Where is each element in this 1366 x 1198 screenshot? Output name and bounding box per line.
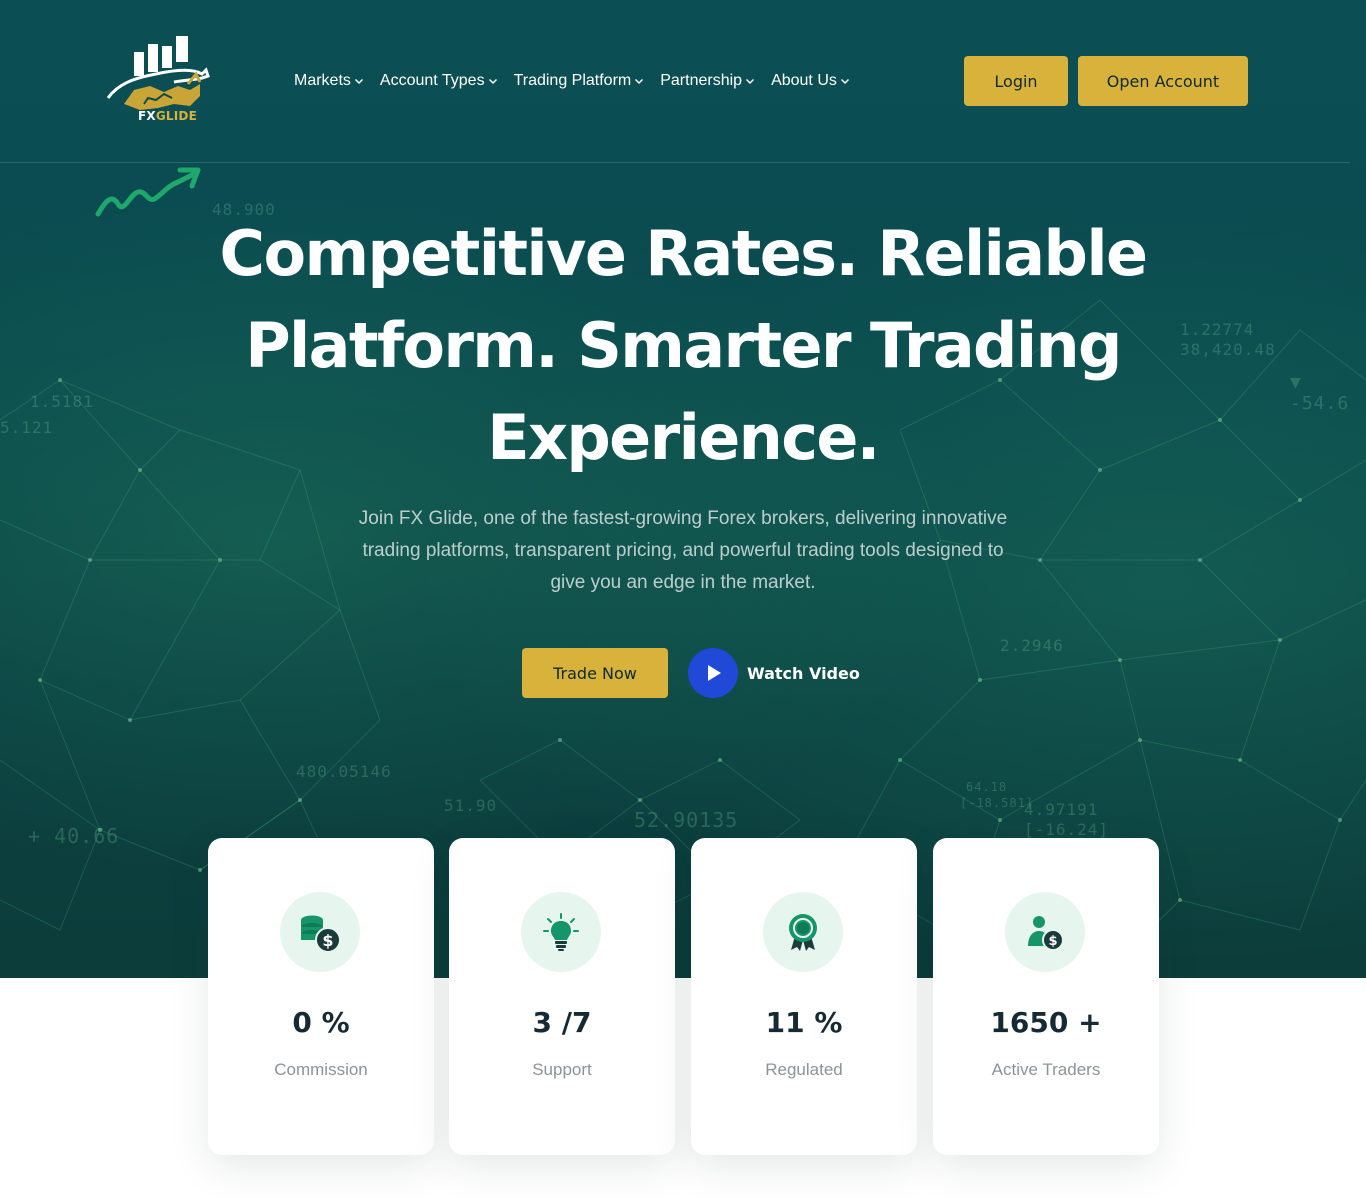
header-divider: [0, 162, 1350, 163]
nav-item-label: Trading Platform: [513, 72, 632, 89]
site-header: FXGLIDE Markets Account Types Trading Pl…: [0, 0, 1366, 162]
nav-item-about-us[interactable]: About Us: [771, 70, 850, 92]
stat-card-active-traders: $ 1650 + Active Traders: [933, 838, 1159, 1155]
svg-text:$: $: [322, 931, 333, 950]
main-nav: Markets Account Types Trading Platform P…: [294, 70, 866, 92]
stat-label: Support: [532, 1060, 592, 1079]
stat-card-regulated: 11 % Regulated: [691, 838, 917, 1155]
stat-icon-circle: $: [280, 892, 360, 972]
user-dollar-icon: $: [1028, 916, 1064, 951]
ticker-text: [-16.24]: [1024, 820, 1110, 839]
hero-subtext: Join FX Glide, one of the fastest-growin…: [358, 508, 1008, 593]
brand-wordmark-rest: GLIDE: [155, 109, 197, 123]
ticker-text: [-18.581]: [960, 796, 1035, 810]
stat-label: Regulated: [765, 1060, 843, 1079]
nav-item-label: Account Types: [379, 72, 485, 89]
chevron-down-icon: [488, 78, 497, 85]
page: 48.900 1.22774 38,420.48 ▼ -54.6 5.121 +…: [0, 0, 1366, 1198]
lightbulb-icon: [543, 913, 579, 951]
chevron-down-icon: [840, 78, 849, 85]
stat-value: 11 %: [765, 1006, 843, 1039]
nav-item-label: Markets: [294, 72, 351, 89]
hero-headline-line: Competitive Rates. Reliable: [219, 217, 1148, 290]
hero-headline-line: Platform. Smarter Trading: [245, 309, 1122, 382]
open-account-button[interactable]: Open Account: [1078, 56, 1248, 106]
brand-wordmark-fx: FX: [138, 109, 156, 123]
ticker-text: 1.5181: [30, 392, 94, 411]
ticker-text: ▼ -54.6: [1290, 372, 1350, 414]
ticker-text: 52.90135: [634, 808, 739, 832]
stat-card-commission: $ 0 % Commission: [208, 838, 434, 1155]
stat-icon-circle: [521, 892, 601, 972]
ticker-text: 5.121: [0, 418, 54, 437]
nav-item-trading-platform[interactable]: Trading Platform: [514, 70, 645, 92]
brand-wordmark: FXGLIDE: [138, 109, 197, 123]
ticker-text: 1.22774: [1180, 320, 1255, 339]
play-icon: [708, 665, 721, 681]
award-ribbon-icon: [789, 914, 817, 951]
stat-value: 1650 +: [990, 1006, 1102, 1039]
trade-now-button[interactable]: Trade Now: [522, 648, 668, 698]
watch-video-button[interactable]: Watch Video: [688, 648, 860, 698]
stat-card-support: 3 /7 Support: [449, 838, 675, 1155]
nav-item-label: About Us: [771, 72, 837, 89]
stat-label: Commission: [274, 1060, 368, 1079]
play-button[interactable]: [688, 648, 738, 698]
ticker-text: 2.2946: [1000, 636, 1064, 655]
ticker-text: 480.05146: [296, 762, 392, 781]
ticker-text: 38,420.48: [1180, 340, 1276, 359]
watch-video-label: Watch Video: [747, 663, 860, 683]
ticker-text: + 40.66: [28, 824, 120, 848]
stat-value: 0 %: [292, 1006, 350, 1039]
chevron-down-icon: [746, 78, 755, 85]
nav-item-markets[interactable]: Markets: [294, 70, 364, 92]
hero-section: 48.900 1.22774 38,420.48 ▼ -54.6 5.121 +…: [0, 0, 1366, 978]
ticker-text: 4.97191: [1024, 800, 1099, 819]
stat-label: Active Traders: [991, 1060, 1101, 1079]
nav-item-partnership[interactable]: Partnership: [660, 70, 755, 92]
nav-item-account-types[interactable]: Account Types: [380, 70, 498, 92]
svg-text:$: $: [1048, 934, 1057, 949]
nav-item-label: Partnership: [660, 72, 743, 89]
stat-icon-circle: [763, 892, 843, 972]
chevron-down-icon: [635, 78, 644, 85]
ticker-text: 64.18: [966, 780, 1008, 794]
coins-dollar-icon: $: [301, 915, 341, 953]
chevron-down-icon: [354, 78, 363, 85]
stat-icon-circle: $: [1005, 892, 1085, 972]
login-button[interactable]: Login: [964, 56, 1068, 106]
ticker-text: 51.90: [444, 796, 498, 815]
hero-headline: Competitive Rates. Reliable Platform. Sm…: [183, 208, 1183, 484]
hero-headline-line: Experience.: [487, 401, 880, 474]
stat-value: 3 /7: [532, 1006, 592, 1039]
